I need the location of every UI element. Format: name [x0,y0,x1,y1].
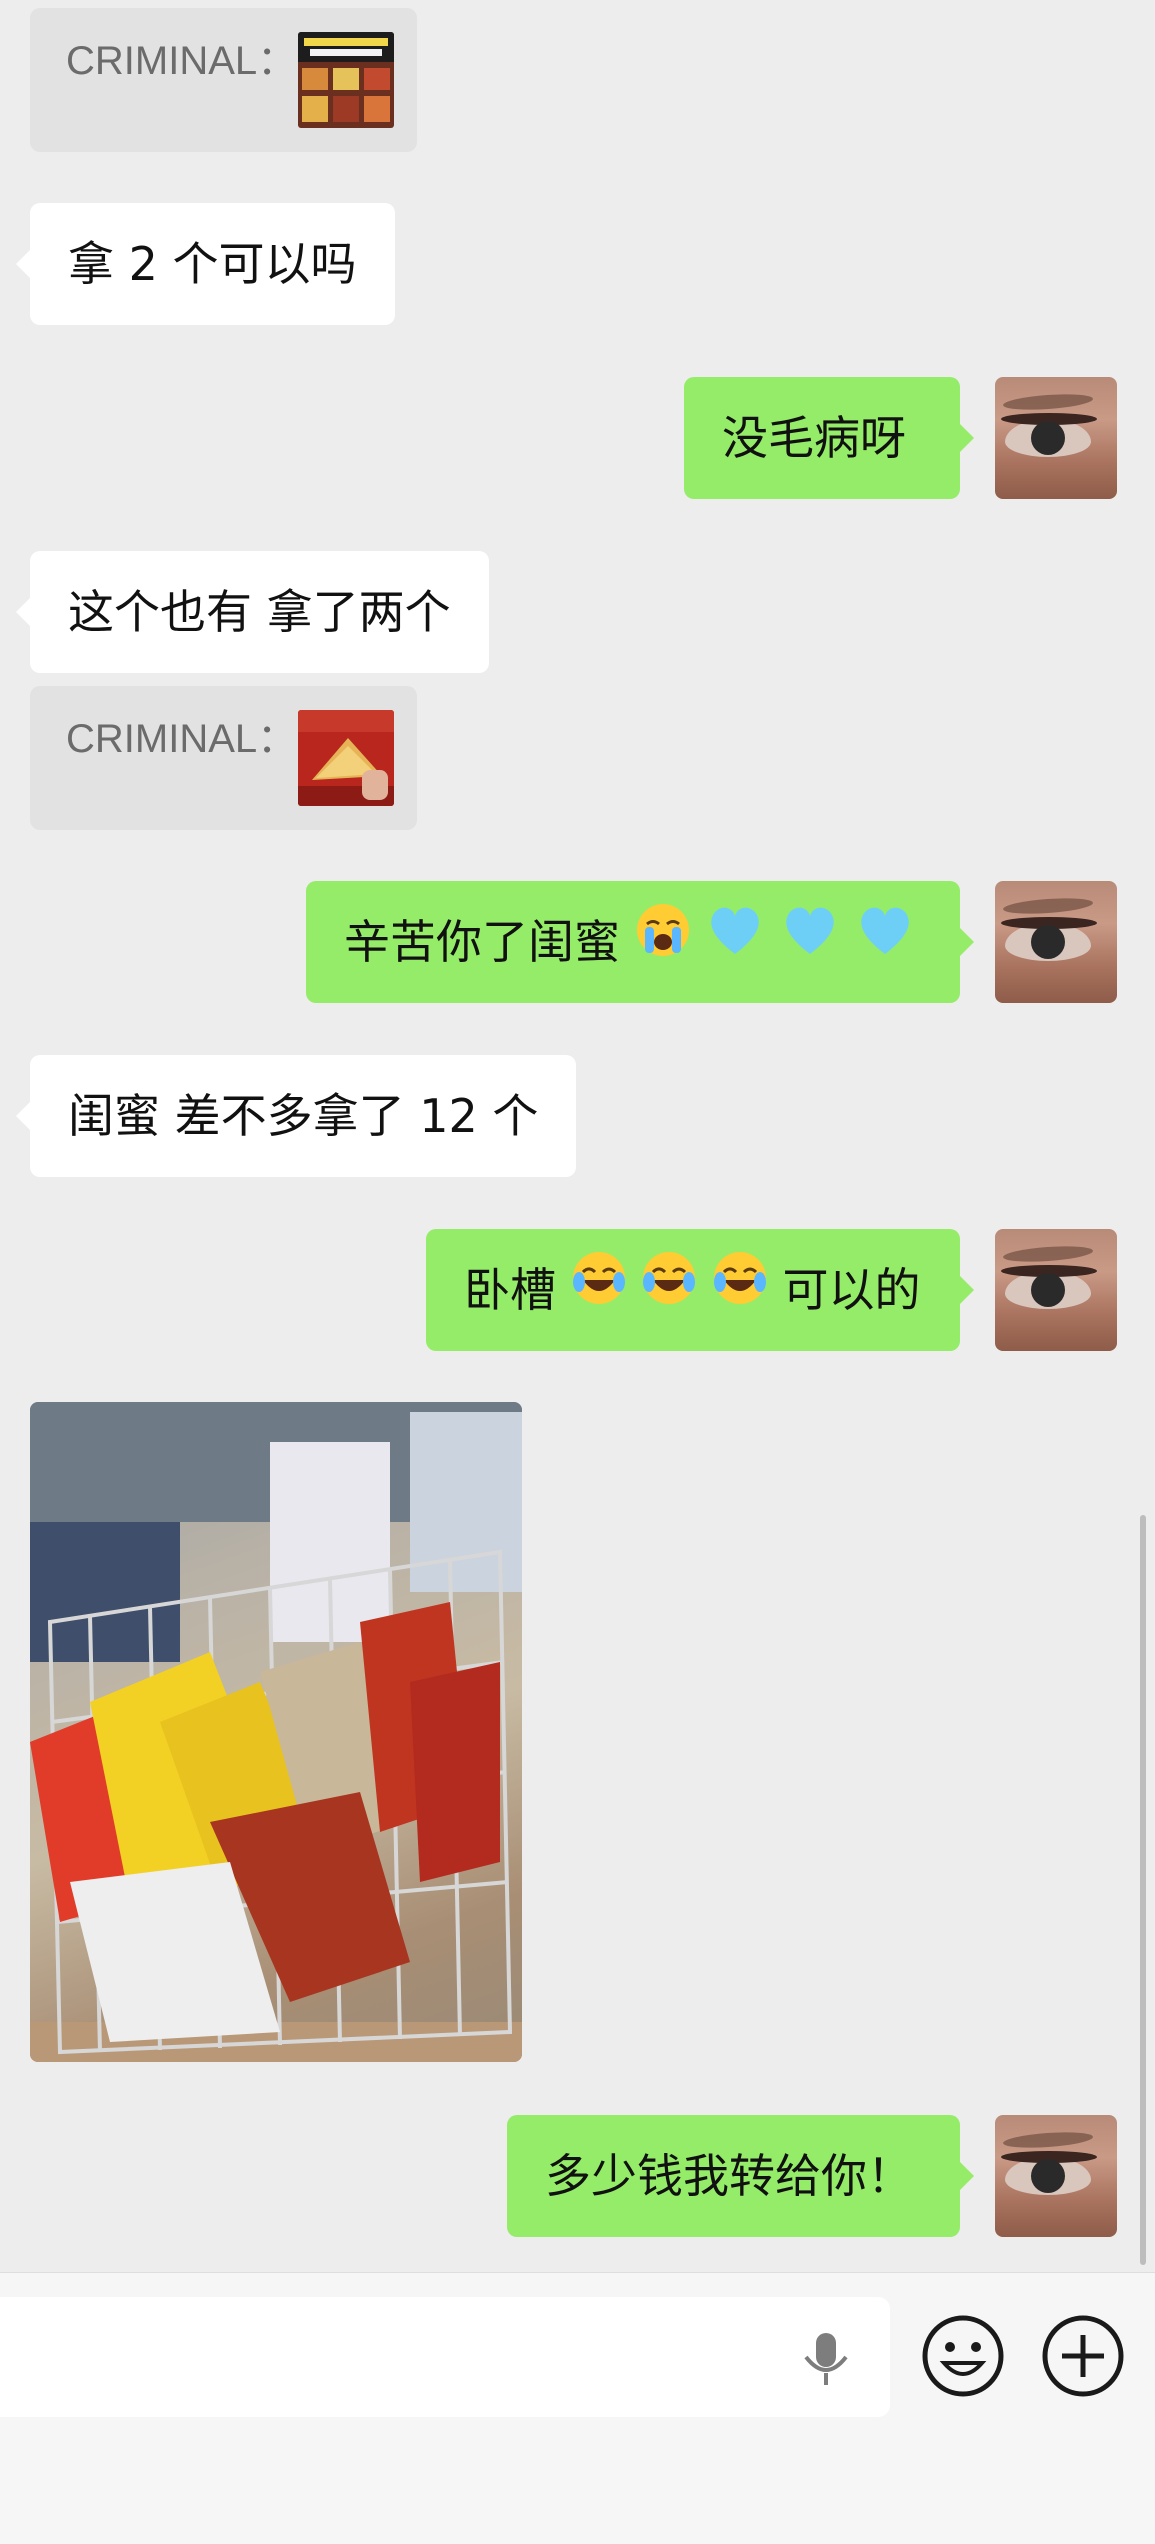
light-blue-heart-icon [855,881,915,1003]
quoted-message[interactable]: CRIMINAL： [30,8,417,152]
emoji-icon[interactable] [920,2313,1006,2403]
sent-message[interactable]: 多少钱我转给你！ [507,2115,974,2237]
microphone-icon[interactable] [798,2329,854,2393]
message-text: 可以的 [782,1263,921,1317]
quote-thumbnail[interactable] [298,710,394,806]
user-avatar[interactable] [995,881,1117,1003]
face-with-tears-of-joy-icon [712,1229,768,1351]
quoted-message[interactable]: CRIMINAL： [30,686,417,830]
light-blue-heart-icon [705,881,765,1003]
light-blue-heart-icon [780,881,840,1003]
message-text: 辛苦你了闺蜜 [344,915,620,969]
quote-label: CRIMINAL： [66,39,298,83]
user-avatar[interactable] [995,377,1117,499]
user-avatar[interactable] [995,2115,1117,2237]
user-avatar[interactable] [995,1229,1117,1351]
loudly-crying-face-icon [635,881,691,1003]
received-message[interactable]: 这个也有 拿了两个 [16,551,489,673]
face-with-tears-of-joy-icon [571,1229,627,1351]
message-text: 卧槽 [464,1263,556,1317]
image-message[interactable] [30,1402,522,2062]
scrollbar[interactable] [1140,1515,1146,2265]
sent-message[interactable]: 辛苦你了闺蜜 [306,881,974,1003]
sent-message[interactable]: 卧槽 可以的 [426,1229,974,1351]
chat-area[interactable]: CRIMINAL： 拿 2 个可以吗 没毛病呀 这个也有 拿了两个 CRIMIN… [0,0,1155,2272]
received-message[interactable]: 闺蜜 差不多拿了 12 个 [15,1055,577,1177]
message-input[interactable] [0,2297,890,2417]
quote-label: CRIMINAL： [66,717,298,761]
received-message[interactable]: 拿 2 个可以吗 [16,203,395,325]
sent-message[interactable]: 没毛病呀 [684,377,974,499]
input-bar [0,2272,1155,2544]
face-with-tears-of-joy-icon [641,1229,697,1351]
plus-icon[interactable] [1040,2313,1126,2403]
quote-thumbnail[interactable] [298,32,394,128]
